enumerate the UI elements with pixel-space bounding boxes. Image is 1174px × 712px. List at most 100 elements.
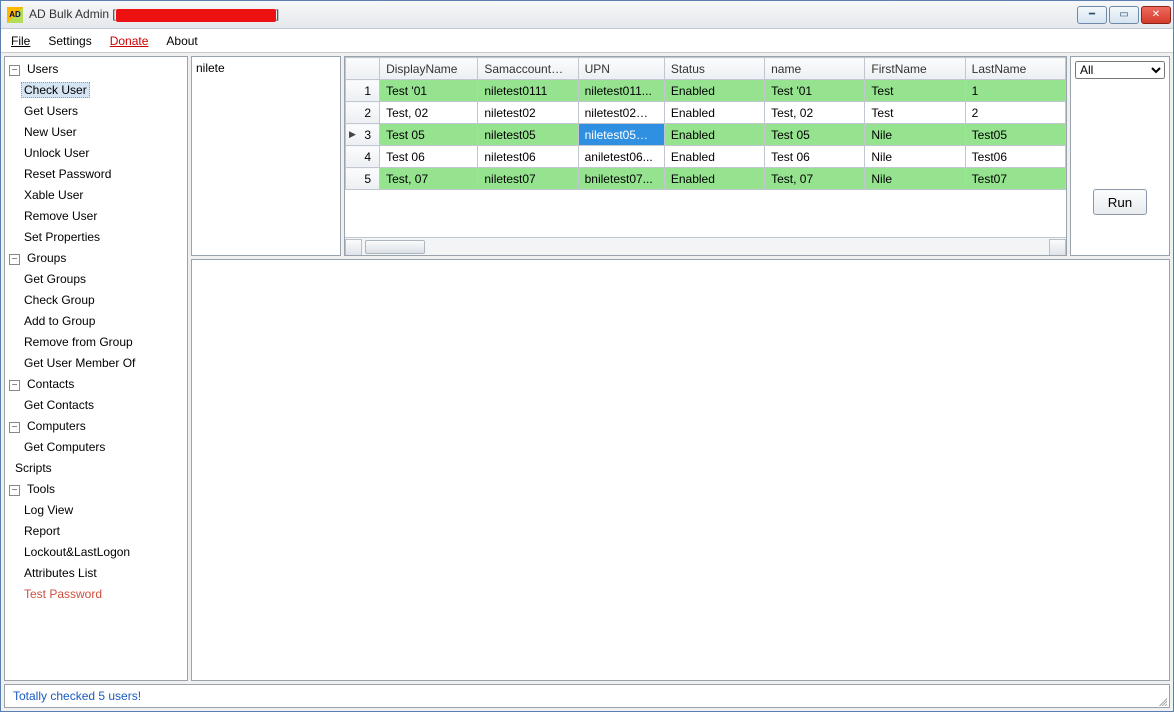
grid-cell[interactable]: Test, 07	[380, 168, 478, 190]
tree-scripts[interactable]: Scripts	[12, 461, 55, 475]
titlebar[interactable]: AD AD Bulk Admin [] ━ ▭ ✕	[1, 1, 1173, 29]
collapse-icon[interactable]: −	[9, 254, 20, 265]
grid-cell[interactable]: Nile	[865, 124, 965, 146]
tree-contacts[interactable]: Contacts	[24, 377, 77, 391]
grid-cell[interactable]: Test '01	[380, 80, 478, 102]
grid-cell[interactable]: Test, 07	[765, 168, 865, 190]
menu-about[interactable]: About	[166, 34, 197, 48]
row-header[interactable]: 2	[346, 102, 380, 124]
tree-attributes-list[interactable]: Attributes List	[21, 566, 100, 580]
grid-cell[interactable]: niletest02@...	[578, 102, 664, 124]
column-header[interactable]: SamaccountName	[478, 58, 578, 80]
table-row[interactable]: 2Test, 02niletest02niletest02@...Enabled…	[346, 102, 1066, 124]
grid-cell[interactable]: Enabled	[664, 168, 764, 190]
row-header[interactable]: 5	[346, 168, 380, 190]
row-header[interactable]: 4	[346, 146, 380, 168]
tree-remove-from-group[interactable]: Remove from Group	[21, 335, 136, 349]
collapse-icon[interactable]: −	[9, 380, 20, 391]
tree-set-properties[interactable]: Set Properties	[21, 230, 103, 244]
menu-settings[interactable]: Settings	[48, 34, 91, 48]
grid-cell[interactable]: Test 06	[765, 146, 865, 168]
table-row[interactable]: 1Test '01niletest0111niletest011...Enabl…	[346, 80, 1066, 102]
minimize-button[interactable]: ━	[1077, 6, 1107, 24]
row-header[interactable]: 1	[346, 80, 380, 102]
tree-get-contacts[interactable]: Get Contacts	[21, 398, 97, 412]
grid-cell[interactable]: Enabled	[664, 80, 764, 102]
tree-log-view[interactable]: Log View	[21, 503, 76, 517]
grid-cell[interactable]: aniletest06...	[578, 146, 664, 168]
tree-check-user[interactable]: Check User	[21, 82, 90, 98]
column-header[interactable]: UPN	[578, 58, 664, 80]
tree-new-user[interactable]: New User	[21, 125, 80, 139]
column-header[interactable]: DisplayName	[380, 58, 478, 80]
bulk-input[interactable]	[192, 57, 340, 255]
menu-donate[interactable]: Donate	[110, 34, 149, 48]
grid-cell[interactable]: Test07	[965, 168, 1065, 190]
filter-select[interactable]: All	[1075, 61, 1165, 79]
menu-file[interactable]: File	[11, 34, 30, 48]
grid-cell[interactable]: Nile	[865, 146, 965, 168]
table-row[interactable]: ▶3Test 05niletest05niletest05@...Enabled…	[346, 124, 1066, 146]
tree-lockout-lastlogon[interactable]: Lockout&LastLogon	[21, 545, 133, 559]
grid-cell[interactable]: Enabled	[664, 102, 764, 124]
tree-groups[interactable]: Groups	[24, 251, 69, 265]
grid-cell[interactable]: niletest06	[478, 146, 578, 168]
grid-cell[interactable]: Enabled	[664, 146, 764, 168]
tree-check-group[interactable]: Check Group	[21, 293, 98, 307]
maximize-button[interactable]: ▭	[1109, 6, 1139, 24]
grid-cell[interactable]: Test 05	[765, 124, 865, 146]
grid-cell[interactable]: Test	[865, 80, 965, 102]
tree-get-computers[interactable]: Get Computers	[21, 440, 108, 454]
collapse-icon[interactable]: −	[9, 485, 20, 496]
grid-cell[interactable]: niletest02	[478, 102, 578, 124]
grid-cell[interactable]: Test05	[965, 124, 1065, 146]
grid-cell[interactable]: Test 05	[380, 124, 478, 146]
grid-cell[interactable]: bniletest07...	[578, 168, 664, 190]
tree-tools[interactable]: Tools	[24, 482, 58, 496]
grid-cell[interactable]: niletest05	[478, 124, 578, 146]
tree-report[interactable]: Report	[21, 524, 63, 538]
tree-remove-user[interactable]: Remove User	[21, 209, 100, 223]
tree-get-user-member-of[interactable]: Get User Member Of	[21, 356, 138, 370]
collapse-icon[interactable]: −	[9, 65, 20, 76]
grid-cell[interactable]: Test 06	[380, 146, 478, 168]
row-header[interactable]: ▶3	[346, 124, 380, 146]
app-icon: AD	[7, 7, 23, 23]
column-header[interactable]: Status	[664, 58, 764, 80]
grid-cell[interactable]: Nile	[865, 168, 965, 190]
grid-cell[interactable]: Test	[865, 102, 965, 124]
tree-get-users[interactable]: Get Users	[21, 104, 81, 118]
tree-users[interactable]: Users	[24, 62, 61, 76]
collapse-icon[interactable]: −	[9, 422, 20, 433]
tree-xable-user[interactable]: Xable User	[21, 188, 86, 202]
horizontal-scrollbar[interactable]	[345, 237, 1066, 255]
grid-cell[interactable]: 2	[965, 102, 1065, 124]
column-header[interactable]: FirstName	[865, 58, 965, 80]
tree-test-password[interactable]: Test Password	[21, 587, 105, 601]
column-header[interactable]: name	[765, 58, 865, 80]
nav-tree[interactable]: −Users Check User Get Users New User Unl…	[4, 56, 188, 681]
scroll-thumb[interactable]	[365, 240, 425, 254]
results-grid[interactable]: DisplayNameSamaccountNameUPNStatusnameFi…	[344, 56, 1067, 256]
grid-cell[interactable]: Test '01	[765, 80, 865, 102]
grid-cell[interactable]: niletest07	[478, 168, 578, 190]
grid-cell[interactable]: niletest05@...	[578, 124, 664, 146]
grid-cell[interactable]: Test, 02	[380, 102, 478, 124]
tree-reset-password[interactable]: Reset Password	[21, 167, 114, 181]
grid-cell[interactable]: Enabled	[664, 124, 764, 146]
run-button[interactable]: Run	[1093, 189, 1147, 215]
grid-cell[interactable]: Test06	[965, 146, 1065, 168]
table-row[interactable]: 5Test, 07niletest07bniletest07...Enabled…	[346, 168, 1066, 190]
resize-grip-icon[interactable]	[1153, 692, 1167, 706]
grid-cell[interactable]: 1	[965, 80, 1065, 102]
grid-cell[interactable]: niletest0111	[478, 80, 578, 102]
grid-cell[interactable]: Test, 02	[765, 102, 865, 124]
column-header[interactable]: LastName	[965, 58, 1065, 80]
table-row[interactable]: 4Test 06niletest06aniletest06...EnabledT…	[346, 146, 1066, 168]
close-button[interactable]: ✕	[1141, 6, 1171, 24]
tree-get-groups[interactable]: Get Groups	[21, 272, 89, 286]
tree-unlock-user[interactable]: Unlock User	[21, 146, 92, 160]
tree-add-to-group[interactable]: Add to Group	[21, 314, 98, 328]
tree-computers[interactable]: Computers	[24, 419, 89, 433]
grid-cell[interactable]: niletest011...	[578, 80, 664, 102]
